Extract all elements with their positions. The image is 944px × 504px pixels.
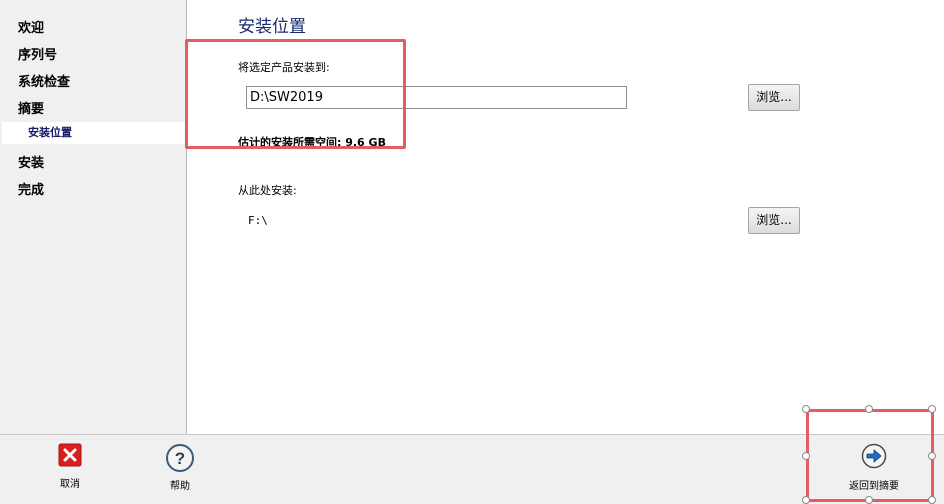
- source-path-value: F:\: [248, 214, 268, 227]
- back-to-summary-label: 返回到摘要: [849, 481, 899, 492]
- sidebar: 欢迎 序列号 系统检查 摘要 安装位置 安装 完成: [0, 0, 187, 434]
- resize-handle: [802, 496, 810, 504]
- help-label: 帮助: [170, 481, 190, 492]
- sidebar-item-install-location[interactable]: 安装位置: [2, 122, 185, 144]
- sidebar-item-summary[interactable]: 摘要: [18, 98, 44, 117]
- sidebar-item-welcome[interactable]: 欢迎: [18, 17, 44, 36]
- bottom-bar: 取消 ? 帮助 返回到摘要: [0, 434, 944, 504]
- resize-handle: [928, 452, 936, 460]
- install-to-label: 将选定产品安装到:: [238, 61, 330, 74]
- svg-text:?: ?: [175, 449, 185, 468]
- resize-handle: [802, 405, 810, 413]
- main-panel: 安装位置 将选定产品安装到: 浏览... 估计的安装所需空间: 9.6 GB 从…: [188, 0, 944, 434]
- sidebar-item-serial[interactable]: 序列号: [18, 44, 57, 63]
- cancel-label: 取消: [60, 479, 80, 490]
- arrow-right-icon: [843, 443, 905, 473]
- install-path-input[interactable]: [246, 86, 627, 109]
- resize-handle: [928, 405, 936, 413]
- resize-handle: [928, 496, 936, 504]
- install-from-label: 从此处安装:: [238, 184, 297, 197]
- browse-install-button[interactable]: 浏览...: [748, 84, 800, 111]
- cancel-button[interactable]: 取消: [40, 443, 100, 497]
- sidebar-item-install[interactable]: 安装: [18, 152, 44, 171]
- sidebar-item-system-check[interactable]: 系统检查: [18, 71, 70, 90]
- resize-handle: [865, 405, 873, 413]
- help-icon: ?: [150, 443, 210, 477]
- back-to-summary-button[interactable]: 返回到摘要: [843, 443, 905, 497]
- browse-source-button[interactable]: 浏览...: [748, 207, 800, 234]
- installer-window: 欢迎 序列号 系统检查 摘要 安装位置 安装 完成 安装位置 将选定产品安装到:…: [0, 0, 944, 504]
- resize-handle: [802, 452, 810, 460]
- page-title: 安装位置: [238, 17, 306, 37]
- help-button[interactable]: ? 帮助: [150, 443, 210, 497]
- close-icon: [40, 443, 100, 471]
- sidebar-item-finish[interactable]: 完成: [18, 179, 44, 198]
- space-required-text: 估计的安装所需空间: 9.6 GB: [238, 136, 386, 149]
- resize-handle: [865, 496, 873, 504]
